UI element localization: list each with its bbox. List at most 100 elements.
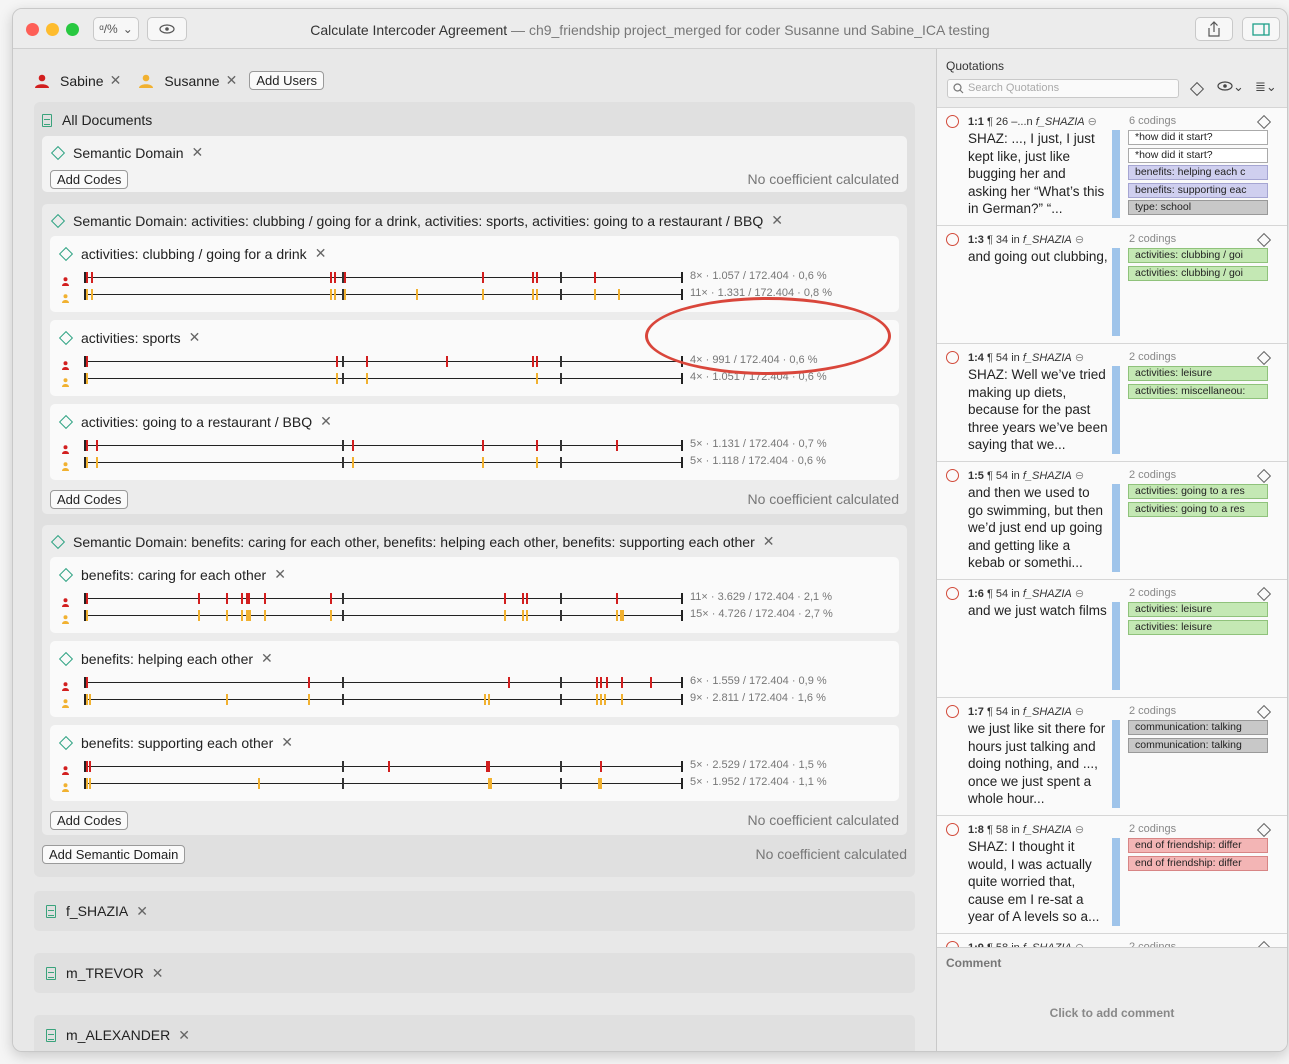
quotation-marker[interactable] <box>366 373 368 384</box>
go-to-document-icon[interactable]: ⊖ <box>1075 706 1084 718</box>
add-codes-button[interactable]: Add Codes <box>50 811 129 830</box>
quotation-marker[interactable] <box>504 593 506 604</box>
code-icon[interactable] <box>1256 586 1272 602</box>
go-to-document-icon[interactable]: ⊖ <box>1075 470 1084 482</box>
quotation-marker[interactable] <box>594 272 596 283</box>
code-tag[interactable]: end of friendship: differ <box>1128 855 1268 871</box>
quotation-marker[interactable] <box>388 761 390 772</box>
code-tag[interactable]: activities: going to a res <box>1128 501 1268 517</box>
code-icon[interactable] <box>1256 350 1272 366</box>
quotation-marker[interactable] <box>621 694 623 705</box>
quotation-marker[interactable] <box>248 593 250 604</box>
quotation-marker[interactable] <box>600 761 602 772</box>
user-chip-sabine[interactable]: Sabine ✕ <box>35 72 121 89</box>
code-tag[interactable]: communication: talking <box>1128 720 1268 735</box>
quotation-marker[interactable] <box>86 373 88 384</box>
quotation-marker[interactable] <box>336 373 338 384</box>
quotation-marker[interactable] <box>650 677 652 688</box>
quotation-marker[interactable] <box>96 457 98 468</box>
code-tag[interactable]: communication: talking <box>1128 737 1268 753</box>
go-to-document-icon[interactable]: ⊖ <box>1075 824 1084 836</box>
code-tag[interactable]: activities: clubbing / goi <box>1128 265 1268 281</box>
quotation-marker[interactable] <box>96 440 98 451</box>
quotation-marker[interactable] <box>504 610 506 621</box>
quotation-item[interactable]: 1:9 ¶ 58 in f_SHAZIA ⊖ 2 codings <box>937 934 1287 947</box>
quotation-marker[interactable] <box>86 356 88 367</box>
code-tag[interactable]: *how did it start? <box>1128 147 1268 163</box>
quotation-marker[interactable] <box>89 761 91 772</box>
go-to-document-icon[interactable]: ⊖ <box>1088 116 1097 128</box>
code-filter-icon[interactable] <box>1189 81 1205 97</box>
quotation-marker[interactable] <box>446 356 448 367</box>
quotation-marker[interactable] <box>226 610 228 621</box>
document-row[interactable]: f_SHAZIA ✕ <box>34 891 915 931</box>
quotation-marker[interactable] <box>526 593 528 604</box>
quotation-marker[interactable] <box>606 677 608 688</box>
quotation-marker[interactable] <box>91 272 93 283</box>
remove-code-icon[interactable]: ✕ <box>281 734 293 751</box>
quotation-marker[interactable] <box>600 694 602 705</box>
code-icon[interactable] <box>1256 232 1272 248</box>
add-comment-button[interactable]: Click to add comment <box>937 1006 1287 1020</box>
add-codes-button[interactable]: Add Codes <box>50 170 129 189</box>
quotation-marker[interactable] <box>334 289 336 300</box>
quotation-marker[interactable] <box>532 356 534 367</box>
quotation-marker[interactable] <box>86 593 88 604</box>
document-row[interactable]: m_ALEXANDER ✕ <box>34 1015 915 1051</box>
quotation-marker[interactable] <box>352 457 354 468</box>
search-quotations-input[interactable]: Search Quotations <box>947 79 1179 98</box>
code-tag[interactable]: activities: going to a res <box>1128 484 1268 499</box>
code-icon[interactable] <box>1256 114 1272 130</box>
quotation-marker[interactable] <box>344 289 346 300</box>
document-row[interactable]: m_TREVOR ✕ <box>34 953 915 993</box>
quotation-marker[interactable] <box>308 677 310 688</box>
quotation-marker[interactable] <box>198 593 200 604</box>
quotation-marker[interactable] <box>618 289 620 300</box>
remove-code-icon[interactable]: ✕ <box>320 413 332 430</box>
quotation-marker[interactable] <box>308 694 310 705</box>
quotation-marker[interactable] <box>366 356 368 367</box>
quotation-marker[interactable] <box>482 440 484 451</box>
quotation-marker[interactable] <box>596 677 598 688</box>
quotation-marker[interactable] <box>536 289 538 300</box>
view-options-button[interactable]: ⌄ <box>1217 79 1244 95</box>
remove-domain-icon[interactable]: ✕ <box>192 144 204 161</box>
quotation-item[interactable]: 1:7 ¶ 54 in f_SHAZIA ⊖ 2 codings we just… <box>937 698 1287 816</box>
quotation-marker[interactable] <box>86 761 88 772</box>
quotation-marker[interactable] <box>249 610 251 621</box>
quotation-marker[interactable] <box>264 593 266 604</box>
quotation-item[interactable]: 1:6 ¶ 54 in f_SHAZIA ⊖ 2 codings and we … <box>937 580 1287 698</box>
quotation-marker[interactable] <box>482 272 484 283</box>
quotation-marker[interactable] <box>89 778 91 789</box>
remove-code-icon[interactable]: ✕ <box>261 650 273 667</box>
quotation-marker[interactable] <box>264 610 266 621</box>
remove-document-icon[interactable]: ✕ <box>152 965 164 982</box>
quotation-marker[interactable] <box>482 289 484 300</box>
remove-domain-icon[interactable]: ✕ <box>771 212 783 229</box>
quotation-marker[interactable] <box>536 373 538 384</box>
quotation-marker[interactable] <box>616 610 618 621</box>
add-codes-button[interactable]: Add Codes <box>50 490 129 509</box>
code-icon[interactable] <box>1256 822 1272 838</box>
remove-user-icon[interactable]: ✕ <box>226 72 238 89</box>
go-to-document-icon[interactable]: ⊖ <box>1075 352 1084 364</box>
quotation-marker[interactable] <box>91 289 93 300</box>
remove-code-icon[interactable]: ✕ <box>274 566 286 583</box>
quotation-marker[interactable] <box>536 272 538 283</box>
add-users-button[interactable]: Add Users <box>249 71 325 90</box>
code-icon[interactable] <box>1256 704 1272 720</box>
add-semantic-domain-button[interactable]: Add Semantic Domain <box>42 845 186 864</box>
go-to-document-icon[interactable]: ⊖ <box>1075 234 1084 246</box>
code-tag[interactable]: benefits: helping each c <box>1128 165 1268 180</box>
quotation-marker[interactable] <box>330 610 332 621</box>
quotation-marker[interactable] <box>330 289 332 300</box>
quotation-marker[interactable] <box>86 289 88 300</box>
quotation-marker[interactable] <box>594 289 596 300</box>
quotation-marker[interactable] <box>258 778 260 789</box>
quotation-marker[interactable] <box>86 272 88 283</box>
code-tag[interactable]: end of friendship: differ <box>1128 838 1268 853</box>
quotation-marker[interactable] <box>330 272 332 283</box>
remove-code-icon[interactable]: ✕ <box>189 329 201 346</box>
quotation-marker[interactable] <box>600 677 602 688</box>
quotation-marker[interactable] <box>344 272 346 283</box>
